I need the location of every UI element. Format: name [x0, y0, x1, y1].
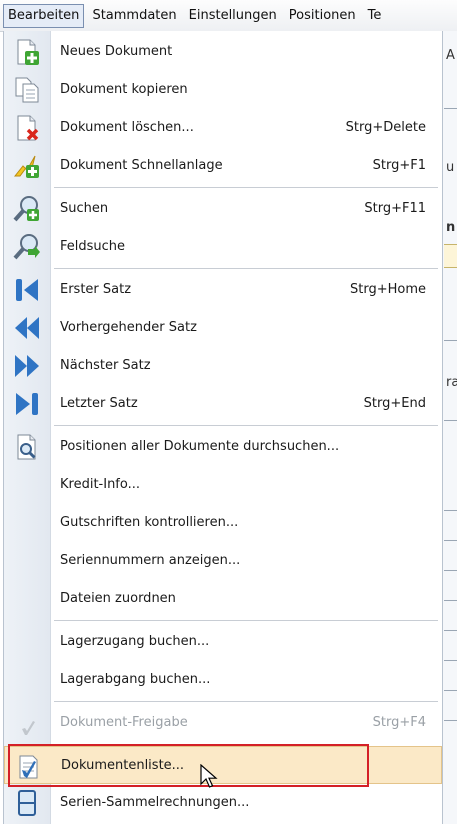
background-window — [442, 31, 457, 824]
menu-item-shortcut: Strg+F11 — [364, 201, 426, 216]
last-record-icon — [13, 390, 41, 418]
background-text: ra — [446, 375, 457, 390]
menu-separator — [54, 268, 438, 269]
menu-item-letzter-satz[interactable]: Letzter Satz Strg+End — [4, 385, 442, 423]
menu-item-shortcut: Strg+Home — [349, 282, 426, 297]
background-divider — [444, 340, 457, 341]
search-positions-icon — [13, 433, 41, 461]
field-search-icon — [13, 233, 41, 261]
background-divider — [444, 420, 457, 421]
background-divider — [444, 600, 457, 601]
mouse-cursor-icon — [200, 763, 218, 790]
menu-te[interactable]: Te — [364, 5, 386, 27]
menu-item-label: Feldsuche — [60, 239, 126, 254]
background-field — [444, 244, 457, 268]
menu-item-label: Dateien zuordnen — [60, 591, 176, 606]
background-divider — [444, 510, 457, 511]
menu-item-lagerzugang-buchen[interactable]: Lagerzugang buchen... — [4, 623, 442, 661]
menu-item-shortcut: Strg+Delete — [345, 120, 426, 135]
menu-item-feldsuche[interactable]: Feldsuche — [4, 228, 442, 266]
background-divider — [444, 720, 457, 721]
menu-item-label: Lagerabgang buchen... — [60, 672, 211, 687]
collective-invoice-icon — [13, 789, 41, 817]
menu-item-suchen[interactable]: Suchen Strg+F11 — [4, 190, 442, 228]
next-record-icon — [13, 352, 41, 380]
menu-item-label: Positionen aller Dokumente durchsuchen..… — [60, 439, 340, 454]
menu-item-vorhergehender-satz[interactable]: Vorhergehender Satz — [4, 309, 442, 347]
menu-item-label: Letzter Satz — [60, 396, 138, 411]
background-text: A — [446, 48, 455, 63]
background-divider — [444, 108, 457, 109]
menu-item-kredit-info[interactable]: Kredit-Info... — [4, 466, 442, 504]
menu-item-label: Nächster Satz — [60, 358, 151, 373]
menu-item-label: Neues Dokument — [60, 44, 173, 59]
menu-item-positionen-durchsuchen[interactable]: Positionen aller Dokumente durchsuchen..… — [4, 428, 442, 466]
search-icon — [13, 195, 41, 223]
delete-document-icon — [13, 114, 41, 142]
background-divider — [444, 630, 457, 631]
first-record-icon — [13, 276, 41, 304]
menu-separator — [54, 620, 438, 621]
menu-separator — [54, 187, 438, 188]
menu-einstellungen[interactable]: Einstellungen — [185, 5, 281, 27]
menu-positionen[interactable]: Positionen — [285, 5, 360, 27]
menu-item-dokument-freigabe: Dokument-Freigabe Strg+F4 — [4, 704, 442, 742]
menu-item-label: Erster Satz — [60, 282, 132, 297]
previous-record-icon — [13, 314, 41, 342]
background-divider — [444, 570, 457, 571]
background-text: u — [446, 160, 455, 175]
menu-item-label: Gutschriften kontrollieren... — [60, 515, 239, 530]
menu-item-serien-sammelrechnungen[interactable]: Serien-Sammelrechnungen... — [4, 784, 442, 822]
menu-item-label: Dokument-Freigabe — [60, 715, 188, 730]
menu-separator — [54, 425, 438, 426]
menu-item-seriennummern-anzeigen[interactable]: Seriennummern anzeigen... — [4, 542, 442, 580]
menu-item-label: Dokument kopieren — [60, 82, 188, 97]
menu-item-dokument-loeschen[interactable]: Dokument löschen... Strg+Delete — [4, 109, 442, 147]
menu-item-dateien-zuordnen[interactable]: Dateien zuordnen — [4, 580, 442, 618]
menu-item-gutschriften-kontrollieren[interactable]: Gutschriften kontrollieren... — [4, 504, 442, 542]
menu-item-label: Dokument löschen... — [60, 120, 194, 135]
document-list-icon — [14, 752, 42, 780]
approval-icon — [13, 709, 41, 737]
menu-item-dokumentenliste[interactable]: Dokumentenliste... — [4, 746, 442, 784]
menu-item-label: Dokument Schnellanlage — [60, 158, 223, 173]
menu-separator — [54, 701, 438, 702]
new-document-icon — [13, 38, 41, 66]
menu-item-dokument-schnellanlage[interactable]: Dokument Schnellanlage Strg+F1 — [4, 147, 442, 185]
background-divider — [444, 540, 457, 541]
menu-item-naechster-satz[interactable]: Nächster Satz — [4, 347, 442, 385]
menu-item-label: Serien-Sammelrechnungen... — [60, 795, 250, 810]
background-divider — [444, 660, 457, 661]
menu-bar: Bearbeiten Stammdaten Einstellungen Posi… — [0, 0, 457, 32]
menu-item-label: Vorhergehender Satz — [60, 320, 197, 335]
bearbeiten-dropdown: Neues Dokument Dokument kopieren Dokumen… — [3, 31, 443, 824]
menu-item-shortcut: Strg+End — [363, 396, 426, 411]
menu-item-shortcut: Strg+F1 — [372, 158, 426, 173]
background-text: n — [446, 220, 456, 235]
quick-create-icon — [13, 152, 41, 180]
menu-bearbeiten[interactable]: Bearbeiten — [3, 3, 85, 28]
menu-item-shortcut: Strg+F4 — [372, 715, 426, 730]
copy-document-icon — [13, 76, 41, 104]
menu-item-label: Suchen — [60, 201, 109, 216]
menu-item-label: Dokumentenliste... — [61, 758, 185, 773]
menu-item-dokument-kopieren[interactable]: Dokument kopieren — [4, 71, 442, 109]
background-divider — [444, 690, 457, 691]
menu-item-label: Seriennummern anzeigen... — [60, 553, 241, 568]
menu-stammdaten[interactable]: Stammdaten — [88, 5, 180, 27]
menu-item-erster-satz[interactable]: Erster Satz Strg+Home — [4, 271, 442, 309]
menu-item-label: Lagerzugang buchen... — [60, 634, 210, 649]
menu-item-neues-dokument[interactable]: Neues Dokument — [4, 33, 442, 71]
menu-item-lagerabgang-buchen[interactable]: Lagerabgang buchen... — [4, 661, 442, 699]
menu-item-label: Kredit-Info... — [60, 477, 141, 492]
